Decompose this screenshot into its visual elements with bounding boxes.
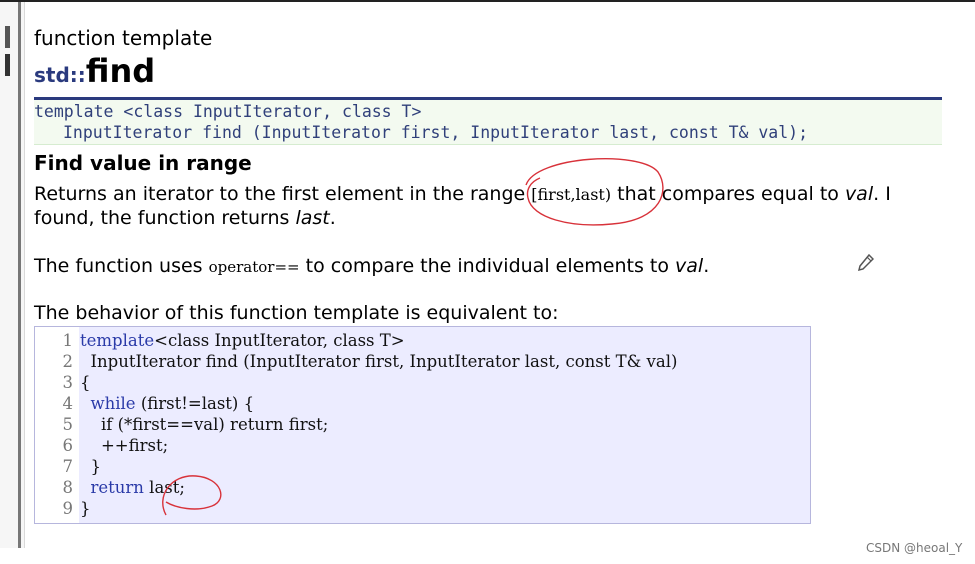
line-number: 1 (62, 331, 74, 350)
code-rest: ++first; (100, 436, 169, 455)
line-number: 4 (62, 394, 74, 413)
code-rest: (first!=last) { (135, 394, 255, 413)
text-run: found, the function returns (34, 207, 296, 229)
line-number: 2 (62, 352, 74, 371)
code-line: 3{ (35, 373, 810, 394)
code-rest: if (*first==val) return first; (100, 415, 329, 434)
text-run: . I (873, 183, 891, 205)
code-line: 2 InputIterator find (InputIterator firs… (35, 352, 810, 373)
code-text: while (first!=last) { (80, 394, 255, 413)
prototype-line: template <class InputIterator, class T> (34, 102, 422, 121)
top-border (0, 0, 975, 2)
code-rest: <class InputIterator, class T> (154, 331, 405, 350)
left-bookmark-mark (5, 26, 10, 48)
code-line: 5 if (*first==val) return first; (35, 415, 810, 436)
function-name: find (85, 52, 156, 90)
entity-kind: function template (34, 26, 213, 50)
pencil-icon[interactable] (858, 254, 874, 272)
code-keyword: return (90, 478, 144, 497)
text-run: that compares equal to (611, 183, 845, 205)
code-text: } (80, 499, 91, 518)
param-val: val (675, 255, 704, 277)
line-number: 7 (62, 457, 74, 476)
line-number: 6 (62, 436, 74, 455)
code-text: ++first; (80, 436, 168, 455)
left-sidebar-strip (0, 2, 25, 548)
line-number: 3 (62, 373, 74, 392)
line-number: 8 (62, 478, 74, 497)
operator-paragraph: The function uses operator== to compare … (34, 255, 709, 277)
range-notation: [first,last) (531, 185, 612, 204)
code-line: 1 template<class InputIterator, class T> (35, 331, 810, 352)
code-block: 1 template<class InputIterator, class T> 2… (34, 326, 811, 524)
code-rest: } (90, 457, 102, 476)
code-text: InputIterator find (InputIterator first,… (80, 352, 678, 371)
text-run: to compare the individual elements to (299, 255, 676, 277)
text-run: . (329, 207, 336, 229)
description-paragraph: Returns an iterator to the first element… (34, 183, 891, 205)
prototype-line: InputIterator find (InputIterator first,… (63, 123, 809, 142)
code-keyword: while (90, 394, 136, 413)
code-text: { (80, 373, 91, 392)
description-paragraph-continued: found, the function returns last. (34, 207, 336, 229)
code-line: 8 return last; (35, 478, 810, 499)
code-text: return last; (80, 478, 185, 497)
code-line: 4 while (first!=last) { (35, 394, 810, 415)
operator-link[interactable]: operator== (209, 258, 300, 276)
watermark: CSDN @heoal_Y (866, 541, 963, 555)
page-title: std::find (34, 52, 155, 90)
section-heading: Find value in range (34, 151, 252, 175)
code-line: 9} (35, 499, 810, 520)
code-line: 6 ++first; (35, 436, 810, 457)
param-val: val (844, 183, 874, 205)
text-run: Returns an iterator to the first element… (34, 183, 532, 205)
equivalence-paragraph: The behavior of this function template i… (34, 302, 559, 324)
code-line: 7 } (35, 457, 810, 478)
code-rest: InputIterator find (InputIterator first,… (90, 352, 678, 371)
code-text: template<class InputIterator, class T> (80, 331, 405, 350)
namespace-label: std:: (34, 63, 86, 87)
code-rest: } (80, 499, 91, 518)
code-keyword: template (80, 331, 155, 350)
code-text: if (*first==val) return first; (80, 415, 328, 434)
code-text: } (80, 457, 102, 476)
prototype-box: template <class InputIterator, class T> … (34, 100, 942, 145)
text-run: . (703, 255, 710, 277)
code-rest: last; (143, 478, 185, 497)
left-bookmark-mark (5, 54, 10, 76)
left-rule (18, 2, 21, 548)
code-rest: { (80, 373, 91, 392)
text-run: The function uses (34, 255, 209, 277)
param-last: last (295, 207, 330, 229)
line-number: 9 (62, 499, 74, 518)
line-number: 5 (62, 415, 74, 434)
